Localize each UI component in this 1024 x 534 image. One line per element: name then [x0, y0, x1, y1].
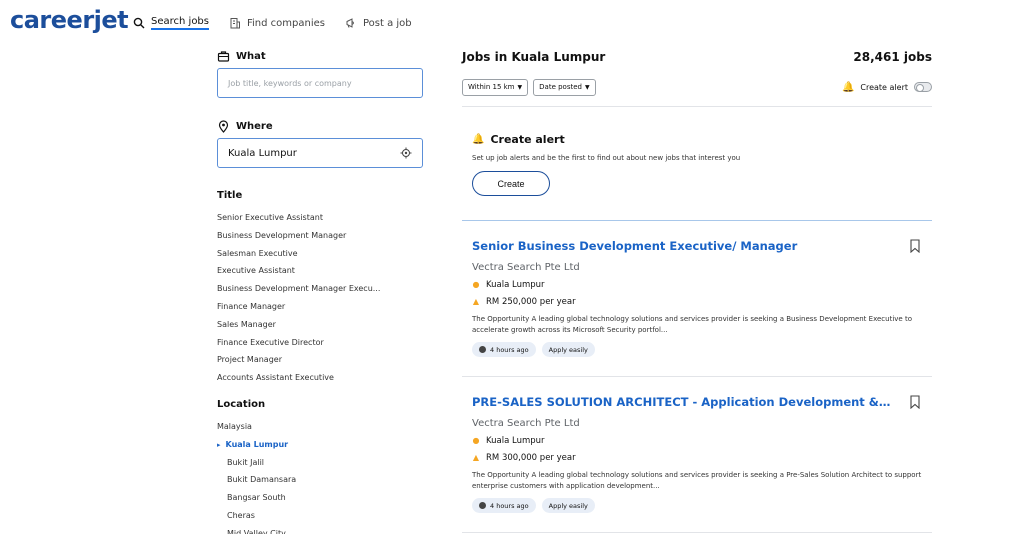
- create-alert-toggle-row[interactable]: 🔔 Create alert: [842, 82, 932, 93]
- building-icon: [230, 18, 240, 29]
- create-alert-title: Create alert: [490, 133, 565, 146]
- job-card[interactable]: PRE-SALES SOLUTION ARCHITECT - Applicati…: [462, 377, 932, 532]
- search-icon: [133, 17, 145, 29]
- what-label: What: [236, 50, 266, 62]
- job-location-row: ● Kuala Lumpur: [472, 434, 922, 447]
- nav-post-job-label: Post a job: [362, 17, 412, 29]
- apply-easily-badge: Apply easily: [541, 342, 595, 357]
- job-count: 28,461 jobs: [853, 50, 932, 64]
- title-filter-item[interactable]: Salesman Executive: [217, 245, 423, 263]
- results-controls: Within 15 km ▼ Date posted ▼ 🔔 Create al…: [462, 78, 932, 96]
- location-filter-item-selected[interactable]: Kuala Lumpur: [217, 436, 423, 454]
- location-filter-item[interactable]: Bukit Damansara: [217, 471, 423, 489]
- job-tags: 4 hours ago Apply easily: [472, 498, 922, 513]
- nav-post-job[interactable]: Post a job: [345, 14, 412, 32]
- clock-icon: [479, 502, 486, 509]
- job-salary: RM 250,000 per year: [486, 296, 576, 307]
- location-filter-item[interactable]: Malaysia: [217, 418, 423, 436]
- posted-badge: 4 hours ago: [472, 342, 536, 357]
- bookmark-icon[interactable]: [910, 395, 920, 409]
- nav-search-jobs[interactable]: Search jobs: [133, 14, 209, 32]
- distance-label: Within 15 km: [468, 83, 515, 91]
- what-placeholder: Job title, keywords or company: [228, 78, 352, 88]
- results-title: Jobs in Kuala Lumpur: [462, 50, 606, 64]
- job-title-link[interactable]: Senior Business Development Executive/ M…: [472, 239, 892, 253]
- apply-easily-badge: Apply easily: [541, 498, 595, 513]
- title-filter-item[interactable]: Finance Executive Director: [217, 334, 423, 352]
- date-posted-dropdown[interactable]: Date posted ▼: [533, 78, 596, 96]
- title-filter-item[interactable]: Business Development Manager Execu...: [217, 280, 423, 298]
- location-pin-icon: ●: [472, 280, 480, 289]
- what-label-row: What: [217, 48, 423, 64]
- megaphone-icon: [346, 18, 354, 28]
- job-salary-row: ▲ RM 250,000 per year: [472, 295, 922, 308]
- nav-find-companies[interactable]: Find companies: [229, 14, 325, 32]
- posted-text: 4 hours ago: [490, 345, 529, 354]
- job-location: Kuala Lumpur: [486, 279, 545, 290]
- title-filter-item[interactable]: Accounts Assistant Executive: [217, 369, 423, 387]
- location-filter-item[interactable]: Bangsar South: [217, 489, 423, 507]
- location-filter-item[interactable]: Cheras: [217, 507, 423, 525]
- nav-search-jobs-label: Search jobs: [151, 16, 209, 30]
- location-pin-icon: [218, 119, 229, 133]
- create-alert-box: 🔔 Create alert Set up job alerts and be …: [462, 107, 932, 220]
- title-filter-item[interactable]: Sales Manager: [217, 316, 423, 334]
- title-filter-item[interactable]: Finance Manager: [217, 298, 423, 316]
- location-pin-icon: ●: [472, 436, 480, 445]
- chevron-down-icon: ▼: [584, 83, 590, 91]
- job-card[interactable]: Senior Business Development Executive/ M…: [462, 221, 932, 376]
- bell-ringing-icon: 🔔: [841, 81, 855, 93]
- where-input[interactable]: Kuala Lumpur: [217, 138, 423, 168]
- filter-chips: Within 15 km ▼ Date posted ▼: [462, 78, 596, 96]
- briefcase-icon: [217, 50, 230, 62]
- distance-dropdown[interactable]: Within 15 km ▼: [462, 78, 529, 96]
- bookmark-icon[interactable]: [910, 239, 920, 253]
- create-alert-text: Set up job alerts and be the first to fi…: [472, 154, 741, 162]
- company-name: Vectra Search Pte Ltd: [472, 262, 580, 273]
- where-label: Where: [236, 120, 273, 132]
- job-salary: RM 300,000 per year: [486, 452, 576, 463]
- title-filter-item[interactable]: Senior Executive Assistant: [217, 209, 423, 227]
- divider: [462, 532, 932, 533]
- job-title-link[interactable]: PRE-SALES SOLUTION ARCHITECT - Applicati…: [472, 395, 892, 409]
- bell-icon: 🔔: [472, 134, 485, 145]
- title-filter-item[interactable]: Project Manager: [217, 351, 423, 369]
- clock-icon: [479, 346, 486, 353]
- alert-toggle-switch[interactable]: [914, 82, 932, 92]
- search-filters: What Job title, keywords or company Wher…: [217, 48, 423, 534]
- chevron-down-icon: ▼: [517, 83, 523, 91]
- create-alert-button[interactable]: Create: [472, 171, 550, 196]
- what-input[interactable]: Job title, keywords or company: [217, 68, 423, 98]
- title-filter-heading: Title: [217, 190, 243, 201]
- job-salary-row: ▲ RM 300,000 per year: [472, 451, 922, 464]
- posted-badge: 4 hours ago: [472, 498, 536, 513]
- location-filter-heading: Location: [217, 398, 266, 410]
- create-alert-title-row: 🔔 Create alert: [472, 133, 922, 146]
- money-bag-icon: ▲: [472, 297, 480, 306]
- results-header: Jobs in Kuala Lumpur 28,461 jobs: [462, 48, 932, 66]
- title-filter-list: Senior Executive Assistant Business Deve…: [217, 209, 423, 387]
- job-description: The Opportunity A leading global technol…: [472, 315, 912, 334]
- job-location: Kuala Lumpur: [486, 435, 545, 446]
- posted-text: 4 hours ago: [490, 501, 529, 510]
- job-description: The Opportunity A leading global technol…: [472, 471, 922, 490]
- locate-me-icon[interactable]: [400, 147, 412, 159]
- top-nav: Search jobs Find companies Post a job: [133, 14, 412, 32]
- location-filter-item[interactable]: Bukit Jalil: [217, 454, 423, 472]
- where-value: Kuala Lumpur: [228, 147, 297, 159]
- company-name: Vectra Search Pte Ltd: [472, 418, 580, 429]
- where-label-row: Where: [217, 118, 423, 134]
- job-location-row: ● Kuala Lumpur: [472, 278, 922, 291]
- results-panel: Jobs in Kuala Lumpur 28,461 jobs Within …: [462, 48, 932, 533]
- nav-find-companies-label: Find companies: [247, 17, 325, 29]
- job-tags: 4 hours ago Apply easily: [472, 342, 922, 357]
- money-bag-icon: ▲: [472, 453, 480, 462]
- create-alert-toggle-label: Create alert: [860, 82, 908, 92]
- title-filter-item[interactable]: Executive Assistant: [217, 262, 423, 280]
- title-filter-item[interactable]: Business Development Manager: [217, 227, 423, 245]
- location-filter-item[interactable]: Mid Valley City: [217, 525, 423, 534]
- date-posted-label: Date posted: [539, 83, 582, 91]
- careerjet-logo[interactable]: careerjet: [10, 6, 129, 34]
- location-filter-list: Malaysia Kuala Lumpur Bukit Jalil Bukit …: [217, 418, 423, 534]
